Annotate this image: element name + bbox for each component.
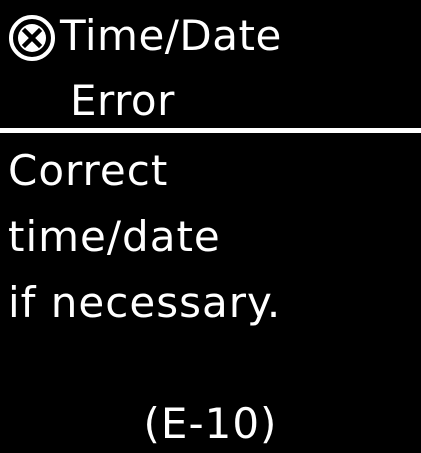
error-title-line1: Time/Date [60,11,282,60]
error-code: (E-10) [143,399,278,448]
error-header: Time/Date Error [0,0,421,130]
message-line-2: time/date [8,212,221,261]
message-line-3: if necessary. [8,278,282,327]
header-divider [0,128,421,133]
message-line-1: Correct [8,146,169,195]
error-message: Correct time/date if necessary. [8,138,418,336]
device-screen: Time/Date Error Correct time/date if nec… [0,0,421,453]
error-x-circle-icon [7,13,57,63]
error-title-line2: Error [70,76,175,125]
